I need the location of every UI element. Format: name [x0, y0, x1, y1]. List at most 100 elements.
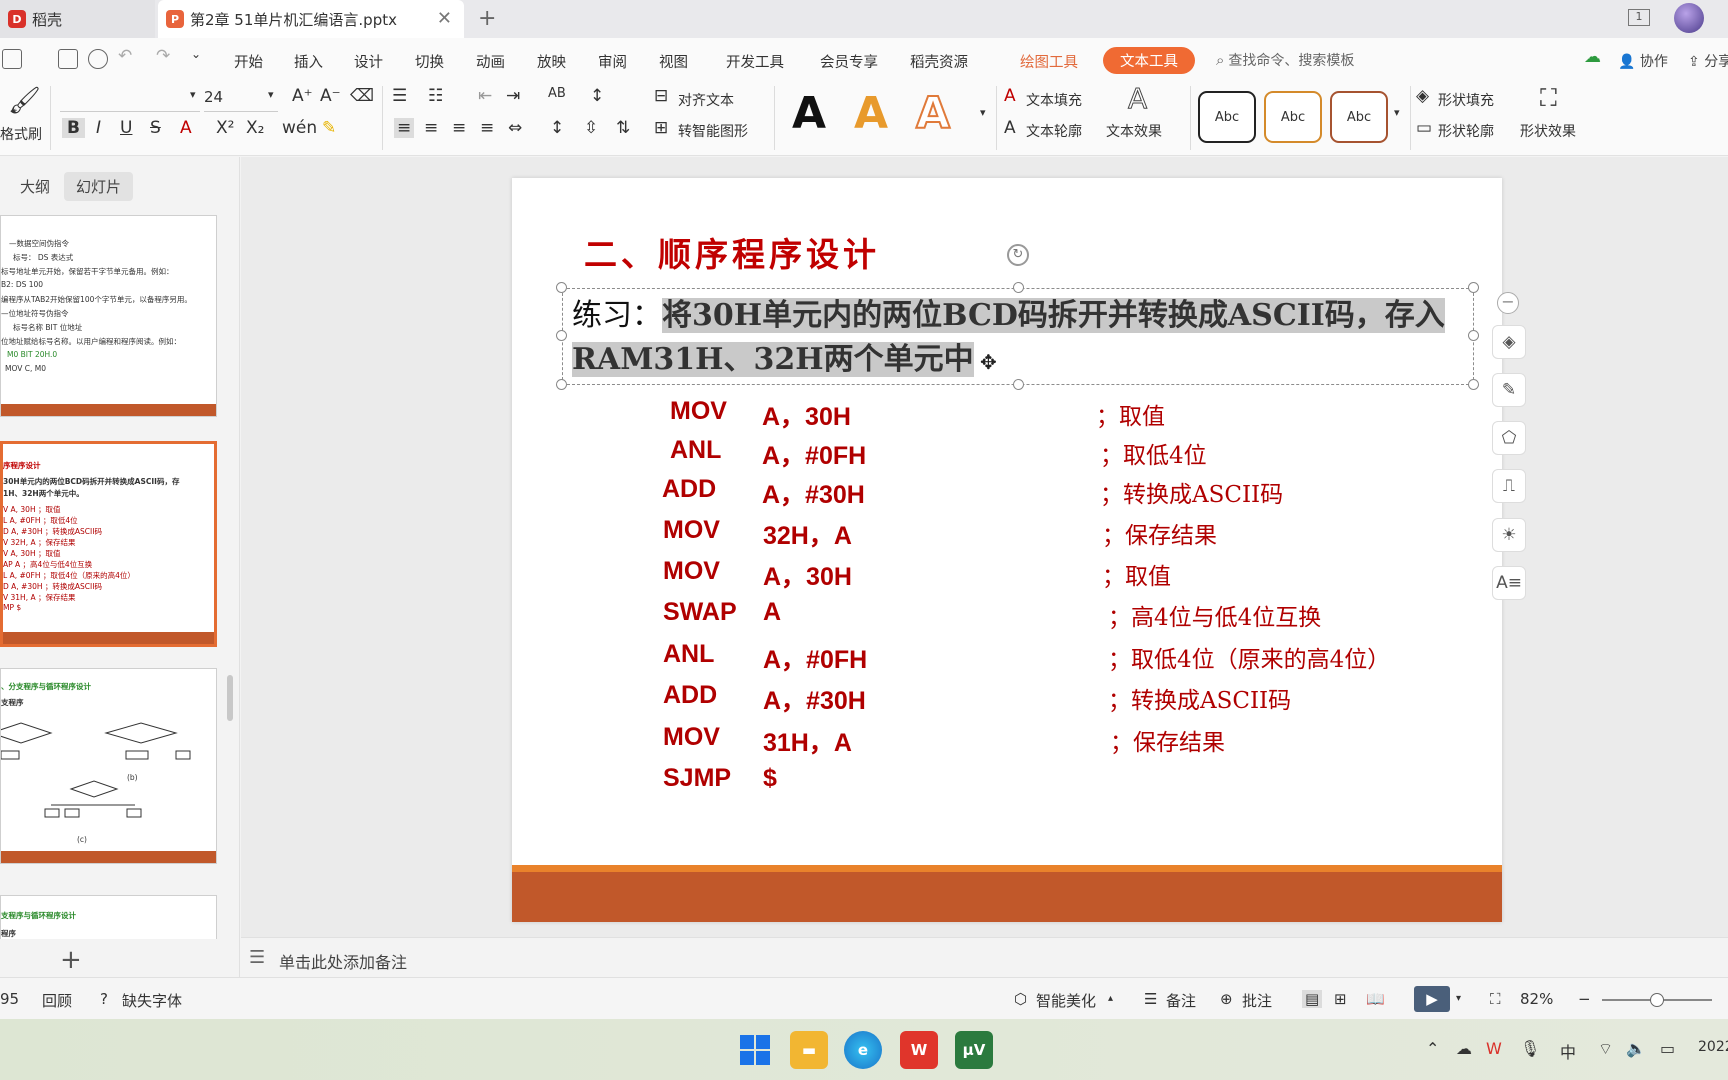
chevron-down-icon[interactable]: ▾: [1456, 993, 1461, 1004]
subscript-icon[interactable]: X₂: [246, 118, 264, 138]
spacing-more-icon[interactable]: ⇅: [616, 118, 630, 138]
chevron-down-icon[interactable]: ▾: [268, 88, 274, 101]
bold-icon[interactable]: B: [62, 118, 85, 138]
menu-member[interactable]: 会员专享: [820, 51, 878, 72]
exercise-text[interactable]: 练习：将30H单元内的两位BCD码拆开并转换成ASCII码，存入RAM31H、3…: [572, 294, 1472, 384]
zoom-slider[interactable]: [1602, 993, 1712, 1007]
collapse-toolbar-icon[interactable]: −: [1497, 292, 1519, 314]
close-tab-icon[interactable]: ✕: [437, 8, 452, 29]
shape-style-3[interactable]: Abc: [1330, 91, 1388, 143]
code-line[interactable]: ANL A，#0FH ；取低4位: [670, 436, 1310, 472]
shape-style-1[interactable]: Abc: [1198, 91, 1256, 143]
font-family-select[interactable]: [60, 88, 200, 112]
slide-sorter-icon[interactable]: ⊞: [1334, 990, 1347, 1008]
superscript-icon[interactable]: X²: [216, 118, 234, 138]
zoom-out-icon[interactable]: −: [1578, 990, 1591, 1008]
chevron-down-icon[interactable]: ⌄: [191, 47, 201, 61]
command-search[interactable]: ⌕ 查找命令、搜索模板: [1216, 50, 1354, 70]
align-left-icon[interactable]: ≡: [394, 118, 415, 138]
text-outline-button[interactable]: 文本轮廓: [1026, 121, 1082, 141]
shape-fill-button[interactable]: 形状填充: [1438, 90, 1494, 110]
distribute-icon[interactable]: ⇔: [508, 118, 522, 138]
notes-placeholder[interactable]: 单击此处添加备注: [279, 949, 407, 973]
print-preview-icon[interactable]: [88, 49, 108, 69]
chevron-up-icon[interactable]: ⌃: [1426, 1039, 1439, 1058]
resize-handle[interactable]: [1013, 282, 1024, 293]
review-button[interactable]: 回顾: [42, 990, 72, 1011]
notes-toggle-button[interactable]: 备注: [1166, 990, 1196, 1011]
menu-review[interactable]: 审阅: [598, 51, 627, 72]
zoom-slider-thumb[interactable]: [1650, 993, 1664, 1007]
code-line[interactable]: MOV 32H，A ；保存结果: [663, 516, 1303, 552]
more-shape-styles-icon[interactable]: ▾: [1394, 106, 1400, 119]
font-color-icon[interactable]: A: [180, 118, 192, 138]
reading-view-icon[interactable]: 📖: [1366, 990, 1385, 1008]
window-count-badge[interactable]: 1: [1628, 9, 1650, 26]
edge-browser-icon[interactable]: e: [844, 1031, 882, 1069]
paragraph-spacing-icon[interactable]: ⇳: [584, 118, 598, 138]
notes-bar[interactable]: ☰ 单击此处添加备注: [241, 937, 1728, 977]
navigator-scrollbar[interactable]: [227, 675, 233, 721]
microphone-icon[interactable]: 🎙: [1520, 1039, 1540, 1058]
code-line[interactable]: MOV A，30H ；取值: [670, 397, 1310, 433]
line-spacing-icon[interactable]: ↕: [550, 118, 564, 138]
slide-title[interactable]: 二、顺序程序设计: [584, 228, 880, 276]
menu-transition[interactable]: 切换: [415, 51, 444, 72]
save-icon[interactable]: [2, 49, 22, 69]
align-center-icon[interactable]: ≡: [424, 118, 438, 138]
text-direction-icon[interactable]: AB: [548, 86, 566, 101]
code-line[interactable]: MOV 31H，A ；保存结果: [663, 723, 1303, 759]
collab-button[interactable]: 👤 协作: [1618, 51, 1668, 71]
normal-view-icon[interactable]: ▤: [1302, 990, 1323, 1008]
wifi-icon[interactable]: ⌔: [1598, 1039, 1613, 1059]
print-icon[interactable]: [58, 49, 78, 69]
beautify-button[interactable]: 智能美化: [1036, 990, 1096, 1011]
format-brush-icon[interactable]: 🖌: [8, 86, 41, 116]
tab-slides[interactable]: 幻灯片: [64, 172, 134, 201]
format-brush-label[interactable]: 格式刷: [0, 124, 42, 144]
clear-format-icon[interactable]: ⌫: [350, 86, 374, 106]
redo-icon[interactable]: ↷: [156, 46, 170, 66]
code-line[interactable]: ADD A，#30H ；转换成ASCII码: [663, 681, 1303, 717]
align-right-icon[interactable]: ≡: [452, 118, 466, 138]
share-button[interactable]: ⇪ 分享: [1688, 51, 1728, 71]
strikethrough-icon[interactable]: S: [150, 118, 161, 138]
text-fill-button[interactable]: 文本填充: [1026, 90, 1082, 110]
tab-docer-home[interactable]: D 稻壳: [0, 0, 155, 38]
more-styles-icon[interactable]: ▾: [980, 106, 986, 119]
shape-style-2[interactable]: Abc: [1264, 91, 1322, 143]
new-tab-button[interactable]: +: [478, 6, 496, 31]
text-style-orange[interactable]: A: [854, 88, 888, 139]
menu-docer-resources[interactable]: 稻壳资源: [910, 51, 968, 72]
menu-text-tools[interactable]: 文本工具: [1103, 47, 1195, 74]
rotate-handle-icon[interactable]: ↻: [1007, 244, 1029, 266]
decrease-font-icon[interactable]: A⁻: [320, 86, 341, 106]
layers-icon[interactable]: ◈: [1492, 325, 1526, 359]
outdent-icon[interactable]: ⇤: [478, 86, 492, 106]
resize-handle[interactable]: [556, 379, 567, 390]
wps-tray-icon[interactable]: W: [1486, 1039, 1502, 1058]
text-style-black[interactable]: A: [792, 88, 826, 139]
italic-icon[interactable]: I: [96, 118, 101, 138]
indent-icon[interactable]: ⇥: [506, 86, 520, 106]
slide-thumbnail-4[interactable]: 支程序与循环程序设计 程序: [0, 895, 217, 939]
lightbulb-icon[interactable]: ☀: [1492, 518, 1526, 552]
align-text-button[interactable]: 对齐文本: [678, 90, 734, 110]
highlight-icon[interactable]: ✎: [322, 118, 336, 138]
keil-uvision-icon[interactable]: μV: [955, 1031, 993, 1069]
windows-start-icon[interactable]: [736, 1031, 774, 1069]
menu-slideshow[interactable]: 放映: [537, 51, 566, 72]
pen-icon[interactable]: ✎: [1492, 373, 1526, 407]
missing-font-button[interactable]: 缺失字体: [122, 990, 182, 1011]
text-format-icon[interactable]: A≡: [1492, 566, 1526, 600]
add-slide-button[interactable]: +: [60, 945, 82, 975]
missing-font-icon[interactable]: ?: [100, 990, 108, 1008]
menu-drawing-tools[interactable]: 绘图工具: [1020, 51, 1078, 72]
chevron-up-icon[interactable]: ▴: [1108, 993, 1113, 1004]
menu-insert[interactable]: 插入: [294, 51, 323, 72]
menu-animation[interactable]: 动画: [476, 51, 505, 72]
play-slideshow-button[interactable]: ▶: [1414, 986, 1450, 1012]
underline-icon[interactable]: U: [120, 118, 132, 138]
code-line[interactable]: ADD A，#30H ；转换成ASCII码: [662, 475, 1302, 511]
tab-outline[interactable]: 大纲: [8, 172, 62, 201]
